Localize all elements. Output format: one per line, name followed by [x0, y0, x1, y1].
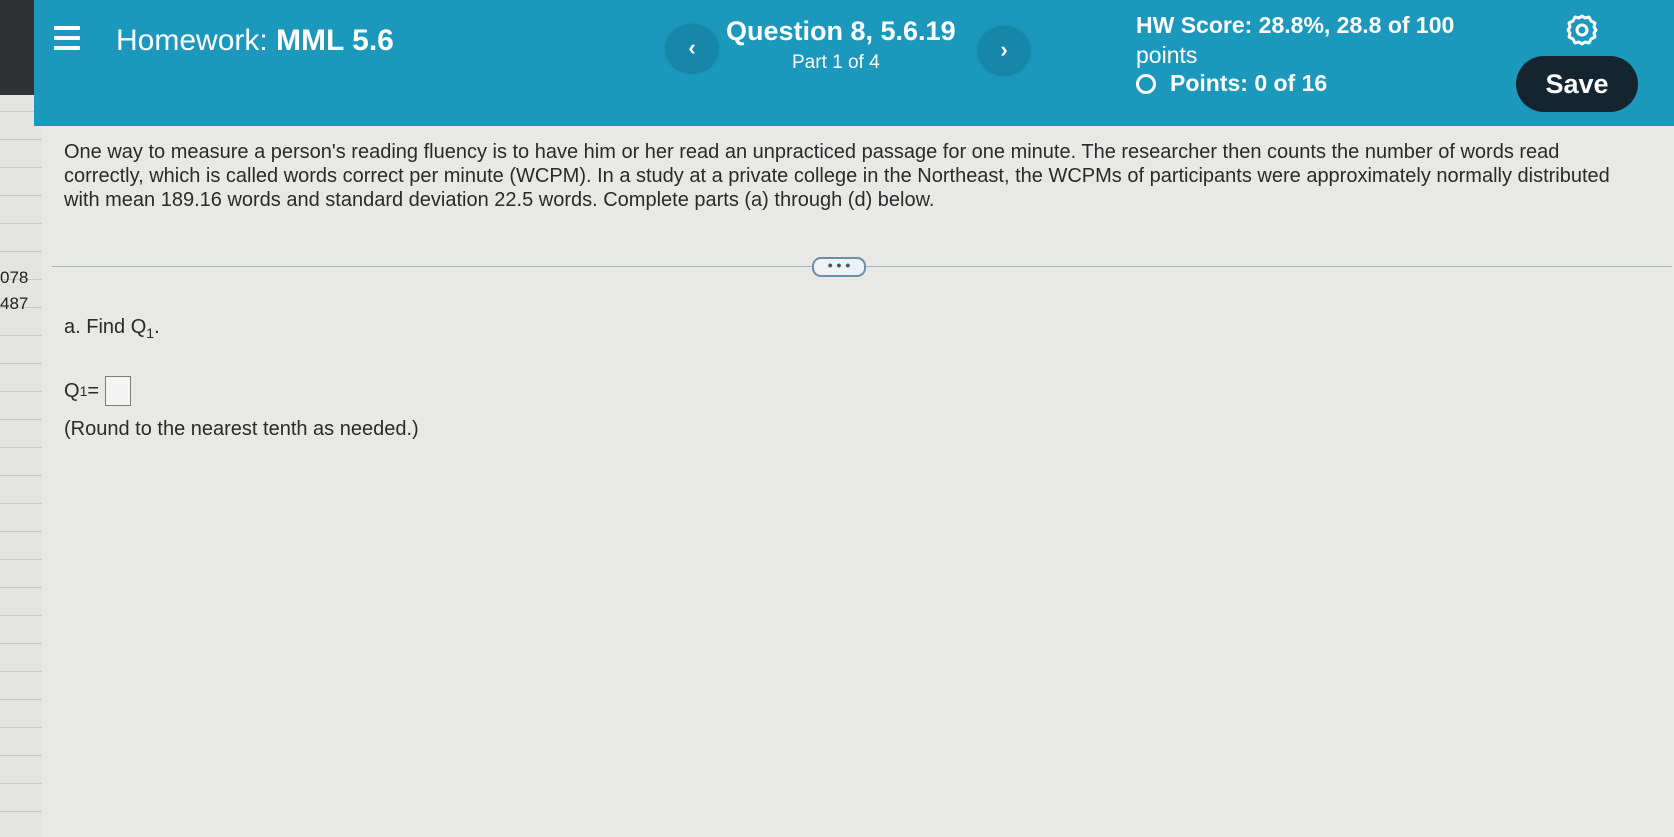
part-a-prompt-suffix: . [154, 316, 160, 338]
part-a-prompt-subscript: 1 [146, 325, 155, 341]
previous-question-button[interactable]: ‹ [666, 24, 718, 72]
status-circle-icon [1136, 73, 1156, 94]
question-part: Part 1 of 4 [792, 52, 880, 73]
save-button[interactable]: Save [1516, 56, 1638, 112]
hw-score-line: HW Score: 28.8%, 28.8 of 100 [1136, 12, 1455, 38]
answer-row: Q1 = [64, 376, 132, 406]
chevron-left-icon: ‹ [688, 35, 696, 60]
q1-answer-input[interactable] [105, 376, 132, 406]
part-a-prompt-text: a. Find Q [64, 316, 147, 338]
next-question-button[interactable]: › [978, 26, 1030, 74]
expand-more-button[interactable]: • • • [812, 257, 866, 277]
answer-label-subscript: 1 [79, 383, 88, 399]
homework-title-name: MML 5.6 [276, 24, 394, 57]
homework-title: Homework: MML 5.6 [116, 24, 394, 58]
points-label: Points: 0 of 16 [1170, 70, 1328, 96]
screen: 078 487 Homework: MML 5.6 ‹ Question 8, … [0, 0, 1674, 837]
question-title: Question 8, 5.6.19 [726, 16, 956, 46]
question-content: One way to measure a person's reading fl… [42, 126, 1674, 837]
background-row-number: 487 [0, 294, 29, 313]
hw-score-unit: points [1136, 42, 1198, 68]
answer-label-equals: = [87, 379, 100, 402]
rounding-instruction: (Round to the nearest tenth as needed.) [64, 418, 419, 440]
part-a-prompt: a. Find Q1. [64, 316, 160, 341]
background-row-number: 078 [0, 268, 29, 287]
homework-header-bar: Homework: MML 5.6 ‹ Question 8, 5.6.19 P… [34, 0, 1674, 126]
hamburger-menu-icon[interactable] [54, 26, 80, 50]
problem-statement: One way to measure a person's reading fl… [64, 141, 1610, 211]
chevron-right-icon: › [1000, 37, 1008, 62]
hw-score: HW Score: 28.8%, 28.8 of 100 points [1136, 10, 1454, 70]
answer-label: Q [64, 379, 80, 402]
points-status: Points: 0 of 16 [1136, 70, 1327, 97]
homework-title-prefix: Homework: [116, 24, 268, 57]
gear-icon[interactable] [1564, 12, 1600, 48]
